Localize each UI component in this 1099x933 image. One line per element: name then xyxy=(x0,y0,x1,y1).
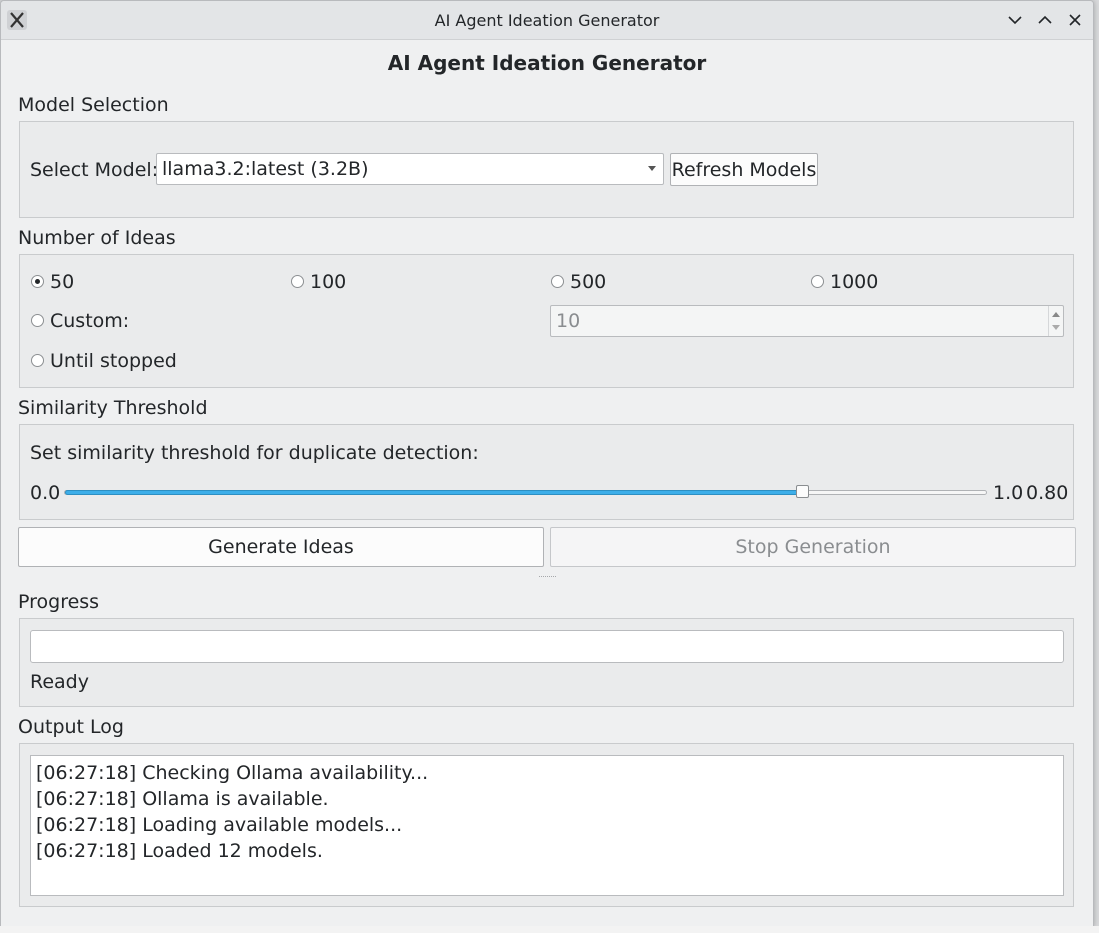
model-selection-group: Select Model: llama3.2:latest (3.2B) Ref… xyxy=(19,121,1074,218)
background-window-edge xyxy=(0,926,1099,933)
slider-handle[interactable] xyxy=(795,485,809,498)
progress-bar xyxy=(30,630,1064,663)
spin-down-icon[interactable] xyxy=(1052,325,1060,330)
title-bar[interactable]: AI Agent Ideation Generator xyxy=(1,1,1093,40)
similarity-description: Set similarity threshold for duplicate d… xyxy=(30,442,479,464)
output-log-group: [06:27:18] Checking Ollama availability.… xyxy=(19,743,1074,907)
close-button[interactable] xyxy=(1065,10,1085,30)
page-title: AI Agent Ideation Generator xyxy=(387,51,707,75)
number-of-ideas-label: Number of Ideas xyxy=(18,227,176,249)
log-line: [06:27:18] Loaded 12 models. xyxy=(36,840,323,862)
number-of-ideas-group: 50 100 500 1000 Custom: 10 Until stopped xyxy=(19,254,1074,388)
generate-ideas-button[interactable]: Generate Ideas xyxy=(18,527,544,567)
spin-up-icon[interactable] xyxy=(1052,312,1060,317)
log-line: [06:27:18] Ollama is available. xyxy=(36,788,329,810)
chevron-up-icon xyxy=(1038,15,1052,24)
similarity-threshold-group: Set similarity threshold for duplicate d… xyxy=(19,424,1074,520)
radio-100-label: 100 xyxy=(310,271,347,293)
progress-group: Ready xyxy=(19,618,1074,707)
radio-50-label: 50 xyxy=(50,271,75,293)
radio-custom[interactable] xyxy=(31,314,44,327)
radio-1000[interactable] xyxy=(811,275,824,288)
radio-1000-label: 1000 xyxy=(830,271,879,293)
slider-max-label: 1.0 xyxy=(993,482,1024,504)
app-window: AI Agent Ideation Generator AI Agent Ide… xyxy=(0,0,1094,927)
splitter-handle[interactable] xyxy=(539,576,556,579)
radio-500-label: 500 xyxy=(570,271,607,293)
slider-min-label: 0.0 xyxy=(30,482,61,504)
radio-500[interactable] xyxy=(551,275,564,288)
similarity-slider[interactable] xyxy=(64,485,987,498)
maximize-button[interactable] xyxy=(1035,10,1055,30)
slider-fill xyxy=(65,490,802,495)
custom-count-value: 10 xyxy=(556,310,581,332)
chevron-down-icon xyxy=(1008,16,1022,25)
select-model-label: Select Model: xyxy=(30,159,159,181)
output-log-label: Output Log xyxy=(18,716,124,738)
progress-status: Ready xyxy=(30,671,89,693)
output-log-textarea[interactable]: [06:27:18] Checking Ollama availability.… xyxy=(30,755,1064,896)
model-selection-label: Model Selection xyxy=(18,94,169,116)
progress-label: Progress xyxy=(18,591,100,613)
minimize-button[interactable] xyxy=(1005,10,1025,30)
window-title: AI Agent Ideation Generator xyxy=(434,11,660,30)
chevron-down-icon xyxy=(648,166,656,171)
model-select-value: llama3.2:latest (3.2B) xyxy=(162,158,369,180)
close-icon xyxy=(1069,14,1081,26)
log-line: [06:27:18] Checking Ollama availability.… xyxy=(36,762,429,784)
log-line: [06:27:18] Loading available models... xyxy=(36,814,403,836)
radio-custom-label: Custom: xyxy=(50,310,130,332)
radio-50[interactable] xyxy=(31,275,44,288)
model-select[interactable]: llama3.2:latest (3.2B) xyxy=(156,153,664,185)
radio-100[interactable] xyxy=(291,275,304,288)
custom-count-spinbox[interactable]: 10 xyxy=(550,305,1064,337)
refresh-models-button[interactable]: Refresh Models xyxy=(670,153,818,186)
slider-value-label: 0.80 xyxy=(1026,482,1069,504)
stop-generation-button[interactable]: Stop Generation xyxy=(550,527,1076,567)
radio-until-stopped[interactable] xyxy=(31,354,44,367)
similarity-threshold-label: Similarity Threshold xyxy=(18,397,208,419)
radio-until-stopped-label: Until stopped xyxy=(50,350,177,372)
